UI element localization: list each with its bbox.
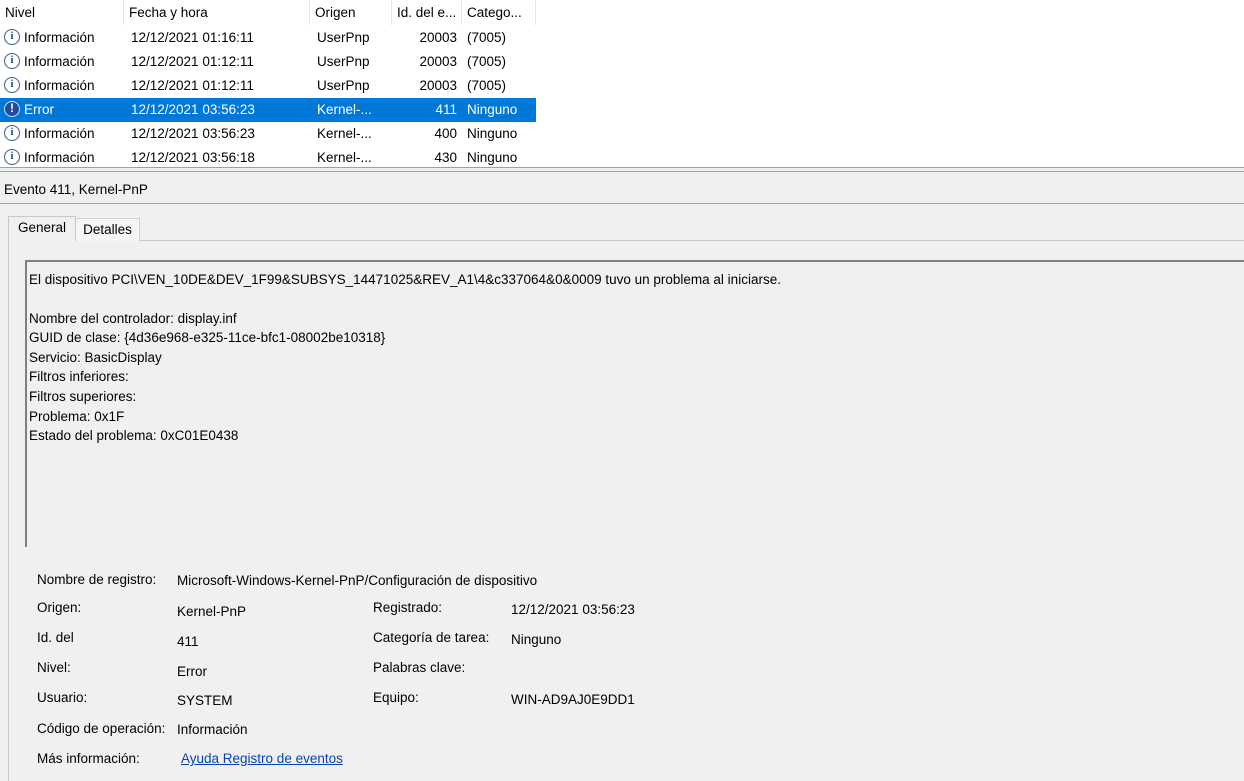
row-event-id: 20003 bbox=[419, 78, 457, 93]
column-header-level[interactable]: Nivel bbox=[0, 0, 124, 25]
source-value: Kernel-PnP bbox=[177, 604, 247, 619]
source-label: Origen: bbox=[37, 600, 82, 615]
description-line: Filtros inferiores: bbox=[29, 369, 129, 385]
info-icon: i bbox=[4, 149, 20, 165]
info-icon: i bbox=[4, 29, 20, 45]
event-description[interactable]: El dispositivo PCI\VEN_10DE&DEV_1F99&SUB… bbox=[25, 260, 1244, 547]
row-source: UserPnp bbox=[317, 54, 370, 69]
tab-details[interactable]: Detalles bbox=[76, 218, 140, 241]
event-list[interactable]: Nivel Fecha y hora Origen Id. del e... C… bbox=[0, 0, 1244, 168]
splitter-line[interactable] bbox=[0, 167, 1244, 168]
event-id-value: 411 bbox=[177, 634, 199, 649]
table-row[interactable]: i Información 12/12/2021 01:16:11 UserPn… bbox=[0, 26, 536, 50]
divider bbox=[0, 171, 1244, 172]
description-line: GUID de clase: {4d36e968-e325-11ce-bfc1-… bbox=[29, 330, 386, 346]
column-header-category[interactable]: Catego... bbox=[462, 0, 536, 25]
column-header-source[interactable]: Origen bbox=[310, 0, 392, 25]
row-level: Información bbox=[24, 78, 95, 93]
description-line: Nombre del controlador: display.inf bbox=[29, 310, 237, 326]
row-category: (7005) bbox=[467, 78, 507, 93]
level-label: Nivel: bbox=[37, 660, 71, 675]
table-row[interactable]: i Información 12/12/2021 03:56:23 Kernel… bbox=[0, 122, 536, 146]
description-line: El dispositivo PCI\VEN_10DE&DEV_1F99&SUB… bbox=[29, 272, 781, 287]
row-event-id: 20003 bbox=[419, 30, 457, 45]
info-icon: i bbox=[4, 77, 20, 93]
row-date: 12/12/2021 03:56:23 bbox=[131, 126, 255, 141]
row-source: Kernel-... bbox=[317, 102, 372, 117]
logged-value: 12/12/2021 03:56:23 bbox=[511, 602, 635, 617]
row-source: UserPnp bbox=[317, 78, 370, 93]
column-header-event-id[interactable]: Id. del e... bbox=[392, 0, 462, 25]
row-level: Información bbox=[24, 30, 95, 45]
more-info-label: Más información: bbox=[37, 751, 140, 766]
keywords-label: Palabras clave: bbox=[373, 660, 466, 675]
table-row[interactable]: i Información 12/12/2021 01:12:11 UserPn… bbox=[0, 50, 536, 74]
description-line: Servicio: BasicDisplay bbox=[29, 349, 162, 365]
row-category: (7005) bbox=[467, 54, 507, 69]
user-value: SYSTEM bbox=[177, 693, 233, 708]
log-name-label: Nombre de registro: bbox=[37, 572, 157, 587]
row-event-id: 411 bbox=[435, 102, 457, 117]
info-icon: i bbox=[4, 125, 20, 141]
row-date: 12/12/2021 03:56:23 bbox=[131, 102, 255, 117]
row-event-id: 400 bbox=[434, 126, 457, 141]
task-category-label: Categoría de tarea: bbox=[373, 630, 490, 645]
computer-value: WIN-AD9AJ0E9DD1 bbox=[511, 692, 635, 707]
task-category-value: Ninguno bbox=[511, 632, 562, 647]
description-line: Filtros superiores: bbox=[29, 388, 137, 404]
computer-label: Equipo: bbox=[373, 690, 419, 705]
list-header: Nivel Fecha y hora Origen Id. del e... C… bbox=[0, 0, 540, 26]
row-category: Ninguno bbox=[467, 102, 518, 117]
event-log-help-link[interactable]: Ayuda Registro de eventos bbox=[181, 750, 343, 768]
divider bbox=[0, 203, 1244, 204]
event-id-label: Id. del bbox=[37, 630, 74, 645]
row-date: 12/12/2021 01:12:11 bbox=[131, 54, 254, 69]
opcode-value: Información bbox=[177, 722, 248, 737]
log-name-value: Microsoft-Windows-Kernel-PnP/Configuraci… bbox=[177, 573, 538, 588]
row-category: Ninguno bbox=[467, 126, 518, 141]
table-row[interactable]: i Información 12/12/2021 01:12:11 UserPn… bbox=[0, 74, 536, 98]
tab-general[interactable]: General bbox=[8, 216, 76, 241]
level-value: Error bbox=[177, 664, 207, 679]
row-source: Kernel-... bbox=[317, 126, 372, 141]
row-level: Información bbox=[24, 54, 95, 69]
info-icon: i bbox=[4, 53, 20, 69]
description-line: Estado del problema: 0xC01E0438 bbox=[29, 428, 239, 444]
row-level: Error bbox=[24, 102, 54, 117]
user-label: Usuario: bbox=[37, 690, 88, 705]
error-icon: ! bbox=[4, 101, 20, 117]
table-row-selected[interactable]: ! Error 12/12/2021 03:56:23 Kernel-... 4… bbox=[0, 98, 536, 122]
event-detail-title: Evento 411, Kernel-PnP bbox=[4, 182, 148, 197]
row-date: 12/12/2021 01:12:11 bbox=[131, 78, 254, 93]
logged-label: Registrado: bbox=[373, 600, 443, 615]
description-line: Problema: 0x1F bbox=[29, 408, 125, 424]
row-source: UserPnp bbox=[317, 30, 370, 45]
row-level: Información bbox=[24, 126, 95, 141]
column-header-date[interactable]: Fecha y hora bbox=[124, 0, 310, 25]
row-category: (7005) bbox=[467, 30, 507, 45]
row-date: 12/12/2021 01:16:11 bbox=[131, 30, 254, 45]
opcode-label: Código de operación: bbox=[37, 721, 166, 736]
row-event-id: 20003 bbox=[419, 54, 457, 69]
